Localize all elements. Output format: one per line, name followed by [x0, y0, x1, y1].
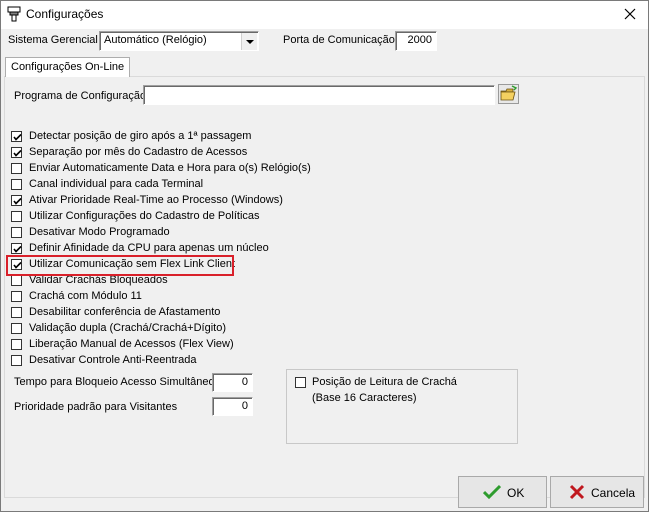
option-label: Validação dupla (Crachá/Crachá+Dígito) [29, 322, 226, 334]
option-label: Desabilitar conferência de Afastamento [29, 306, 221, 318]
app-icon [7, 6, 21, 22]
option-label: Desativar Modo Programado [29, 226, 170, 238]
posicao-label-2: (Base 16 Caracteres) [312, 392, 417, 404]
option-checkbox[interactable] [11, 355, 22, 366]
sistema-dropdown-button[interactable] [241, 33, 257, 50]
posicao-checkbox[interactable] [295, 377, 306, 388]
prioridade-label: Prioridade padrão para Visitantes [14, 401, 178, 413]
configuracoes-window: Configurações Sistema Gerencial Automáti… [0, 0, 649, 512]
cancel-x-icon [569, 484, 585, 500]
porta-label: Porta de Comunicação [283, 34, 395, 46]
prioridade-input[interactable]: 0 [212, 397, 253, 416]
option-checkbox[interactable] [11, 307, 22, 318]
option-checkbox[interactable] [11, 291, 22, 302]
option-label: Ativar Prioridade Real-Time ao Processo … [29, 194, 283, 206]
option-label: Crachá com Módulo 11 [29, 290, 142, 302]
checkmark-icon [13, 149, 22, 157]
option-checkbox[interactable] [11, 275, 22, 286]
option-checkbox[interactable] [11, 179, 22, 190]
browse-button[interactable] [498, 84, 519, 104]
option-checkbox[interactable] [11, 195, 22, 206]
tab-label: Configurações On-Line [11, 61, 125, 73]
option-checkbox[interactable] [11, 163, 22, 174]
option-checkbox[interactable] [11, 243, 22, 254]
prioridade-value: 0 [241, 400, 248, 412]
option-label: Canal individual para cada Terminal [29, 178, 204, 190]
checkmark-icon [13, 245, 22, 253]
option-label: Desativar Controle Anti-Reentrada [29, 354, 197, 366]
sistema-value: Automático (Relógio) [104, 34, 207, 46]
tempo-value: 0 [241, 376, 248, 388]
programa-label: Programa de Configuração [14, 90, 147, 102]
option-checkbox[interactable] [11, 339, 22, 350]
cancel-button[interactable]: Cancela [550, 476, 644, 508]
window-title: Configurações [26, 7, 104, 21]
sistema-label: Sistema Gerencial [8, 34, 98, 46]
posicao-group: Posição de Leitura de Crachá (Base 16 Ca… [286, 369, 518, 444]
tempo-input[interactable]: 0 [212, 373, 253, 392]
option-checkbox[interactable] [11, 323, 22, 334]
porta-value: 2000 [407, 34, 432, 46]
programa-input[interactable] [143, 85, 495, 105]
highlight-box [6, 255, 234, 276]
option-checkbox[interactable] [11, 147, 22, 158]
cancel-label: Cancela [591, 486, 636, 500]
ok-button[interactable]: OK [458, 476, 547, 508]
chevron-down-icon [246, 40, 254, 44]
option-label: Detectar posição de giro após a 1ª passa… [29, 130, 252, 142]
checkmark-icon [13, 133, 22, 141]
open-folder-icon [498, 84, 519, 104]
check-icon [483, 484, 501, 500]
close-button[interactable] [618, 3, 642, 25]
option-checkbox[interactable] [11, 227, 22, 238]
option-checkbox[interactable] [11, 211, 22, 222]
option-label: Separação por mês do Cadastro de Acessos [29, 146, 248, 158]
option-label: Enviar Automaticamente Data e Hora para … [29, 162, 311, 174]
option-label: Definir Afinidade da CPU para apenas um … [29, 242, 269, 254]
title-bar: Configurações [1, 1, 648, 29]
close-icon [624, 8, 636, 20]
option-checkbox[interactable] [11, 131, 22, 142]
ok-label: OK [507, 486, 525, 500]
porta-input[interactable]: 2000 [395, 31, 437, 51]
sistema-select[interactable]: Automático (Relógio) [99, 31, 259, 51]
dialog-body: Sistema Gerencial Automático (Relógio) P… [1, 29, 648, 511]
option-label: Liberação Manual de Acessos (Flex View) [29, 338, 234, 350]
option-label: Utilizar Configurações do Cadastro de Po… [29, 210, 260, 222]
tab-configuracoes-online[interactable]: Configurações On-Line [5, 57, 130, 77]
tempo-label: Tempo para Bloqueio Acesso Simultâneo [14, 376, 215, 388]
checkmark-icon [13, 197, 22, 205]
posicao-label-1: Posição de Leitura de Crachá [312, 376, 457, 388]
